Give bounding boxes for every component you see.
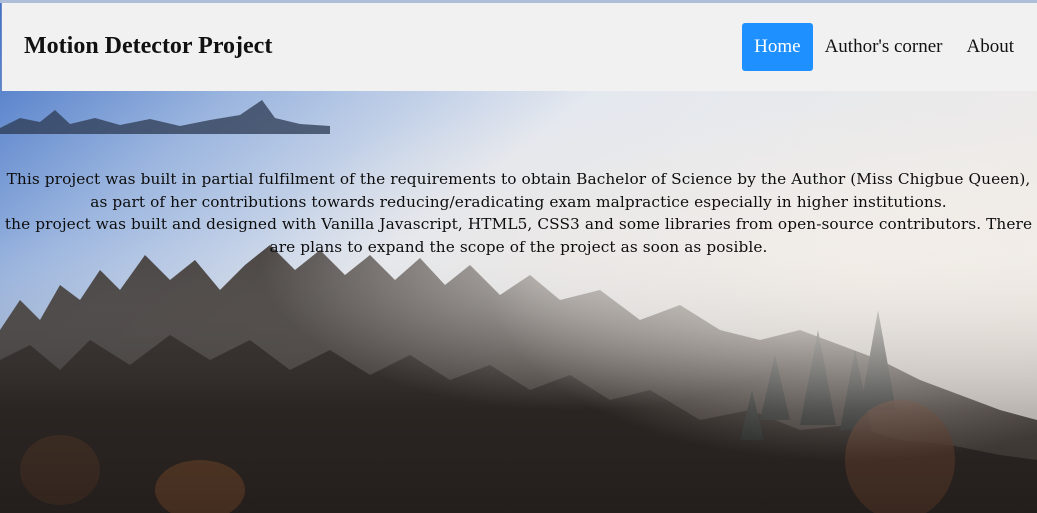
brand-title[interactable]: Motion Detector Project [24, 33, 272, 60]
project-intro: This project was built in partial fulfil… [0, 168, 1037, 258]
navbar: Motion Detector Project Home Author's co… [1, 3, 1037, 91]
intro-paragraph-2: the project was built and designed with … [4, 215, 1033, 256]
nav-menu: Home Author's corner About [742, 23, 1037, 71]
nav-about-link[interactable]: About [955, 23, 1037, 71]
nav-authors-corner-link[interactable]: Author's corner [813, 23, 955, 71]
intro-paragraph-1: This project was built in partial fulfil… [6, 170, 1031, 211]
nav-home-link[interactable]: Home [742, 23, 813, 71]
